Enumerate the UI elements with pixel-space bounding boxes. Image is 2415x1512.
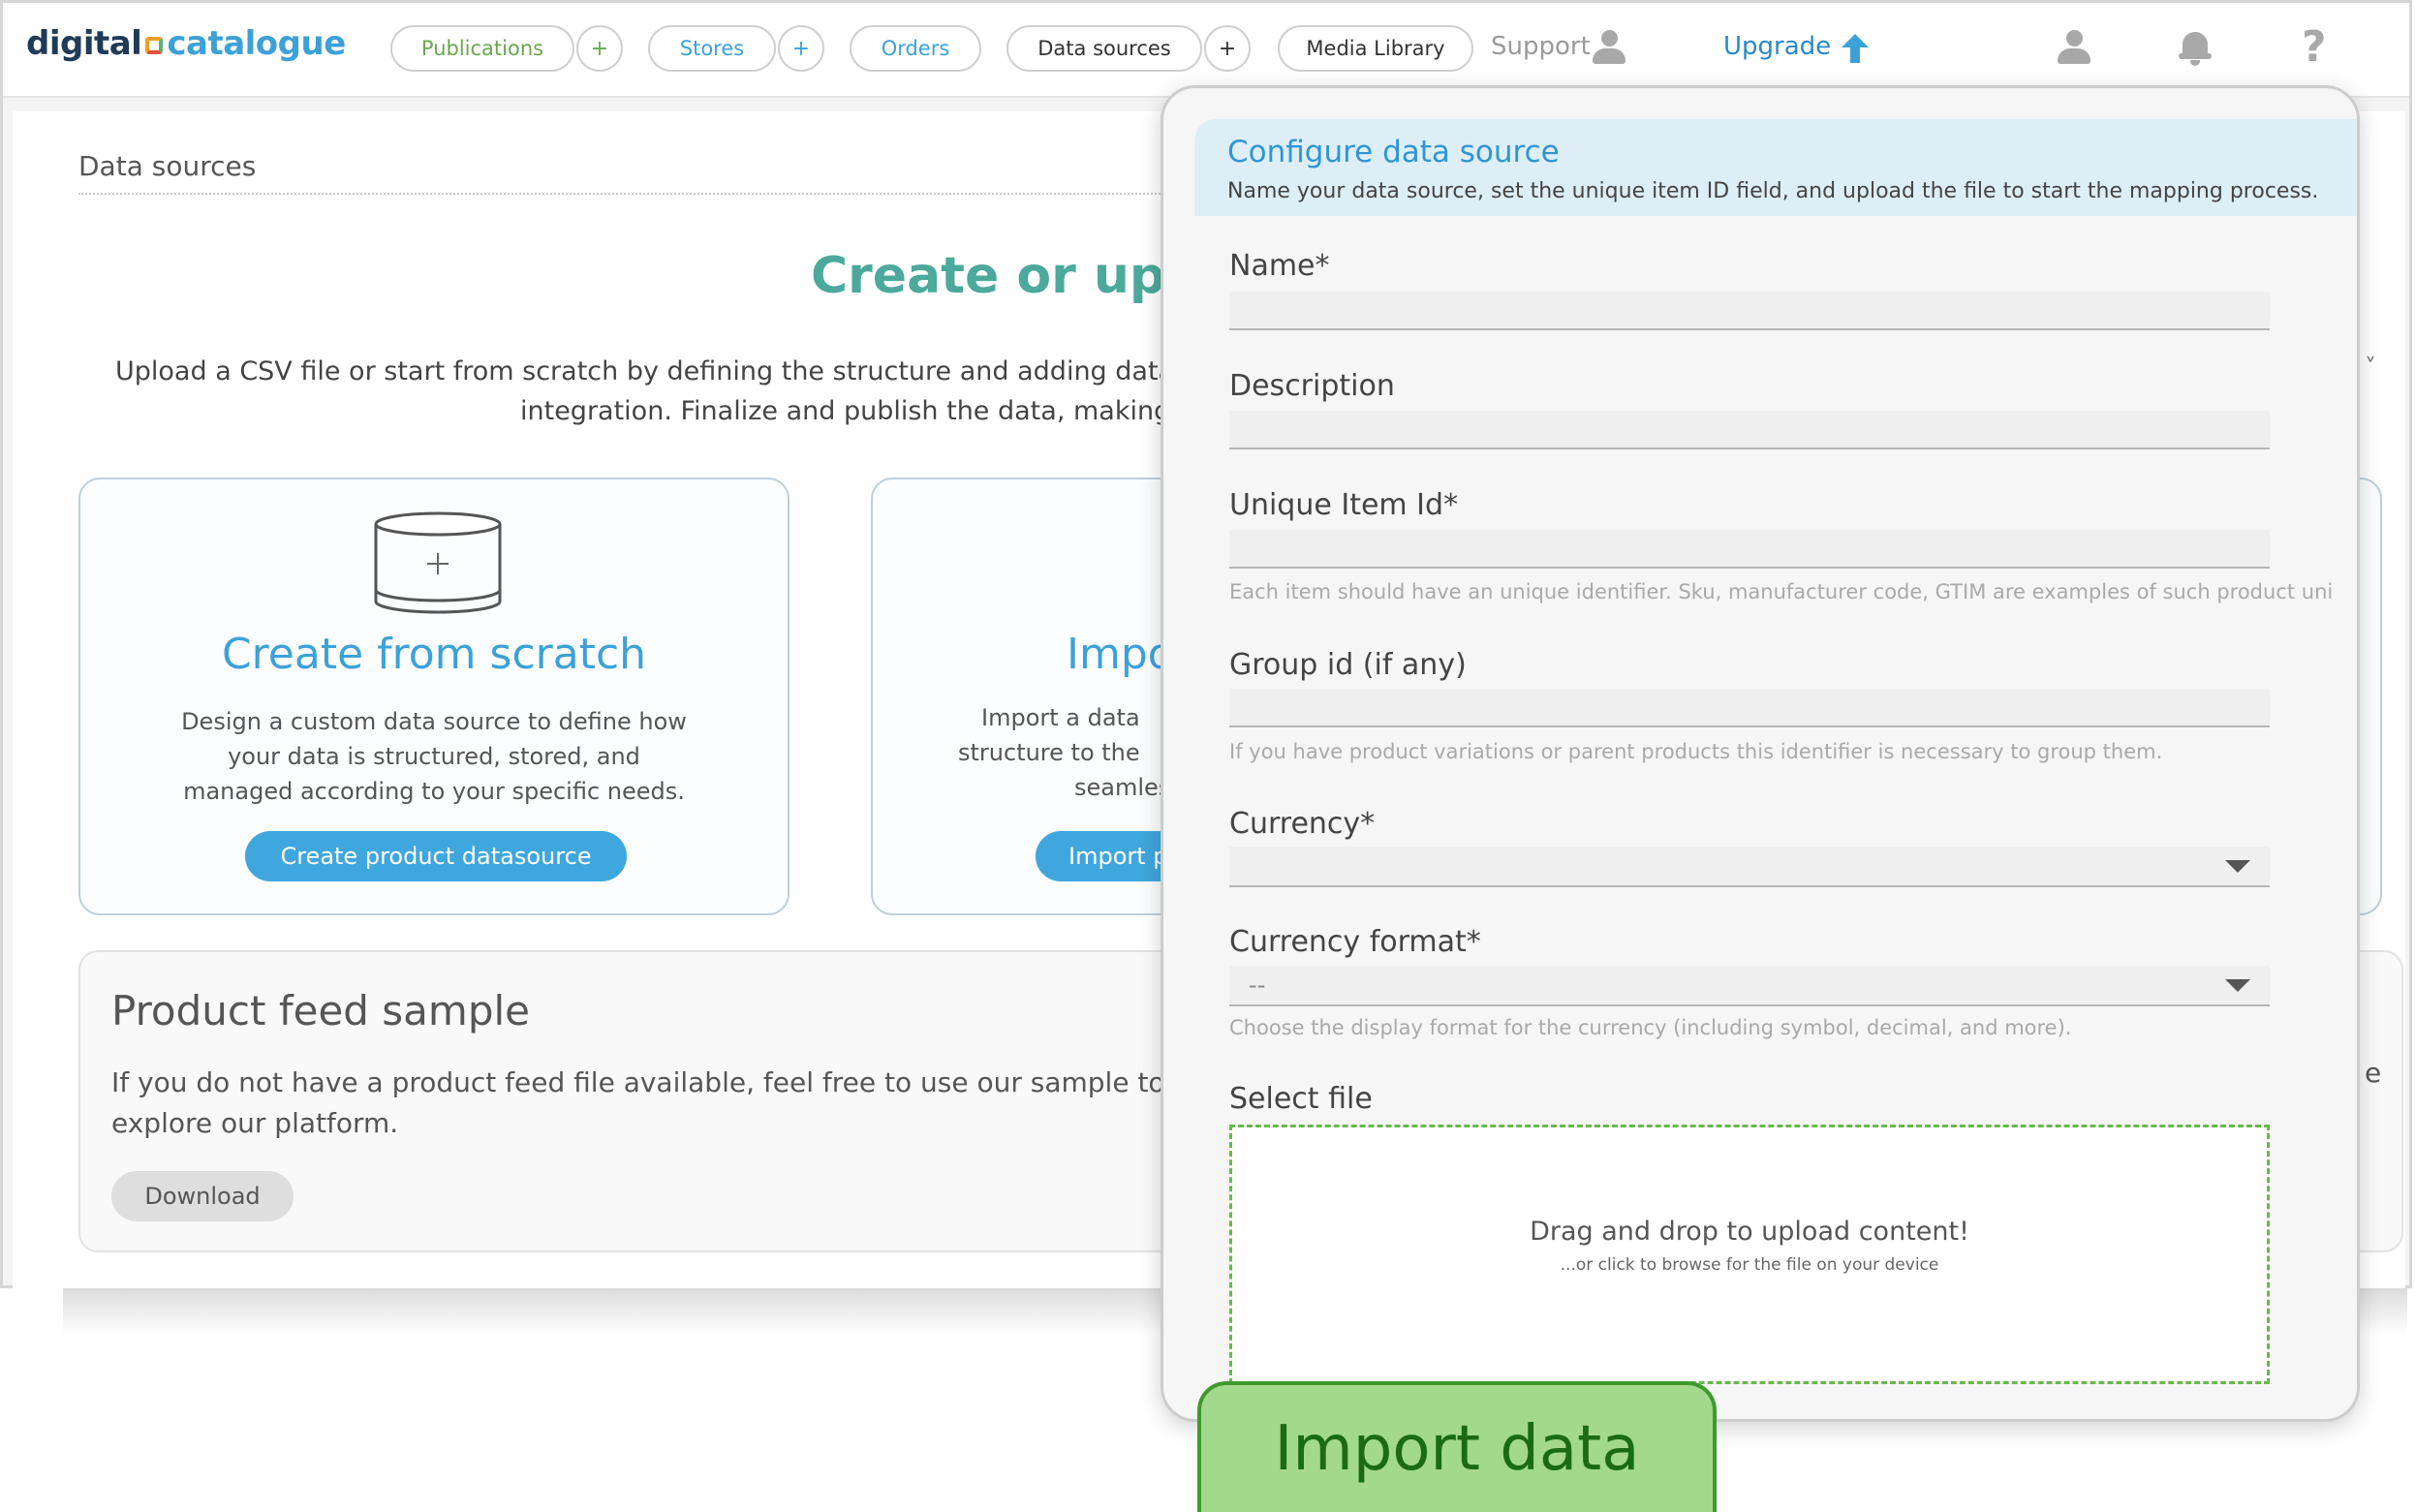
currency-format-select-value: -- [1249, 972, 1266, 999]
currency-select[interactable] [1229, 847, 2270, 887]
nav-data-sources[interactable]: Data sources [1006, 25, 1202, 72]
unique-item-id-help: Each item should have an unique identifi… [1229, 580, 2334, 603]
nav-media-library[interactable]: Media Library [1278, 25, 1473, 72]
file-dropzone[interactable]: Drag and drop to upload content! ...or c… [1229, 1125, 2270, 1384]
page-title: Data sources [78, 150, 257, 182]
dialog-header: Configure data source Name your data sou… [1194, 119, 2357, 216]
product-feed-sample-title: Product feed sample [111, 987, 530, 1034]
brand-logo[interactable]: digital catalogue [26, 24, 346, 63]
notifications-bell-icon[interactable] [2178, 28, 2213, 67]
dropzone-hint: ...or click to browse for the file on yo… [1560, 1255, 1939, 1275]
name-label: Name* [1229, 249, 1330, 283]
support-user-icon[interactable] [1593, 30, 1625, 65]
hero-heading: Create or uplo [811, 247, 1218, 305]
dialog-subtitle: Name your data source, set the unique it… [1227, 179, 2319, 203]
nav-stores[interactable]: Stores [648, 25, 776, 72]
currency-label: Currency* [1229, 807, 1376, 841]
unique-item-id-label: Unique Item Id* [1229, 488, 1459, 522]
chevron-down-icon [2225, 860, 2250, 873]
product-feed-sample-text: If you do not have a product feed file a… [111, 1063, 1235, 1144]
sample-text-tail: e [2365, 1057, 2382, 1089]
currency-format-label: Currency format* [1229, 925, 1481, 959]
group-id-input[interactable] [1229, 689, 2270, 727]
intro-line-1: Upload a CSV file or start from scratch … [115, 356, 1281, 386]
currency-format-select[interactable]: -- [1229, 966, 2270, 1006]
select-file-label: Select file [1229, 1082, 1373, 1116]
currency-format-help: Choose the display format for the curren… [1229, 1016, 2072, 1039]
chevron-down-icon: ˅ [2365, 354, 2376, 381]
card-desc-line: Design a custom data source to define ho… [181, 708, 687, 735]
nav-orders[interactable]: Orders [850, 25, 981, 72]
card-desc-line: your data is structured, stored, and [228, 743, 640, 770]
upgrade-arrow-icon[interactable] [1840, 32, 1871, 65]
database-add-icon [374, 511, 502, 614]
brand-logo-part1: digital [26, 24, 142, 63]
create-from-scratch-card[interactable]: Create from scratch Design a custom data… [78, 478, 790, 915]
nav-support[interactable]: Support [1491, 32, 1591, 61]
add-store-button[interactable]: + [778, 25, 824, 72]
configure-data-source-dialog: Configure data source Name your data sou… [1161, 85, 2360, 1422]
import-data-callout: Import data [1197, 1381, 1717, 1512]
section-divider [78, 193, 1202, 195]
create-from-scratch-title: Create from scratch [221, 630, 647, 679]
import-card-title: Impo [1067, 630, 1174, 679]
unique-item-id-input[interactable] [1229, 530, 2270, 569]
intro-line-2: integration. Finalize and publish the da… [520, 396, 1260, 426]
sample-text-line-1: If you do not have a product feed file a… [111, 1066, 1165, 1098]
account-icon[interactable] [2058, 30, 2090, 65]
sample-text-line-2: explore our platform. [111, 1107, 399, 1139]
nav-publications[interactable]: Publications [390, 25, 574, 72]
chevron-down-icon [2225, 979, 2250, 992]
brand-logo-part2: catalogue [167, 24, 346, 63]
logo-mark-icon [145, 36, 164, 54]
add-data-source-button[interactable]: + [1204, 25, 1251, 72]
help-icon[interactable]: ? [2302, 22, 2327, 72]
nav-upgrade[interactable]: Upgrade [1723, 32, 1831, 61]
download-sample-button[interactable]: Download [111, 1171, 294, 1221]
create-product-datasource-button[interactable]: Create product datasource [245, 831, 627, 881]
description-label: Description [1229, 369, 1395, 403]
create-from-scratch-description: Design a custom data source to define ho… [139, 704, 729, 809]
description-input[interactable] [1229, 411, 2270, 449]
top-navigation-bar: digital catalogue Publications + Stores +… [3, 3, 2409, 98]
dropzone-title: Drag and drop to upload content! [1530, 1217, 1969, 1247]
group-id-help: If you have product variations or parent… [1229, 740, 2163, 763]
name-input[interactable] [1229, 292, 2270, 330]
group-id-label: Group id (if any) [1229, 648, 1467, 682]
card-desc-line: managed according to your specific needs… [183, 778, 685, 805]
dialog-title: Configure data source [1227, 135, 1560, 170]
add-publication-button[interactable]: + [576, 25, 623, 72]
intro-text: Upload a CSV file or start from scratch … [115, 352, 1281, 431]
